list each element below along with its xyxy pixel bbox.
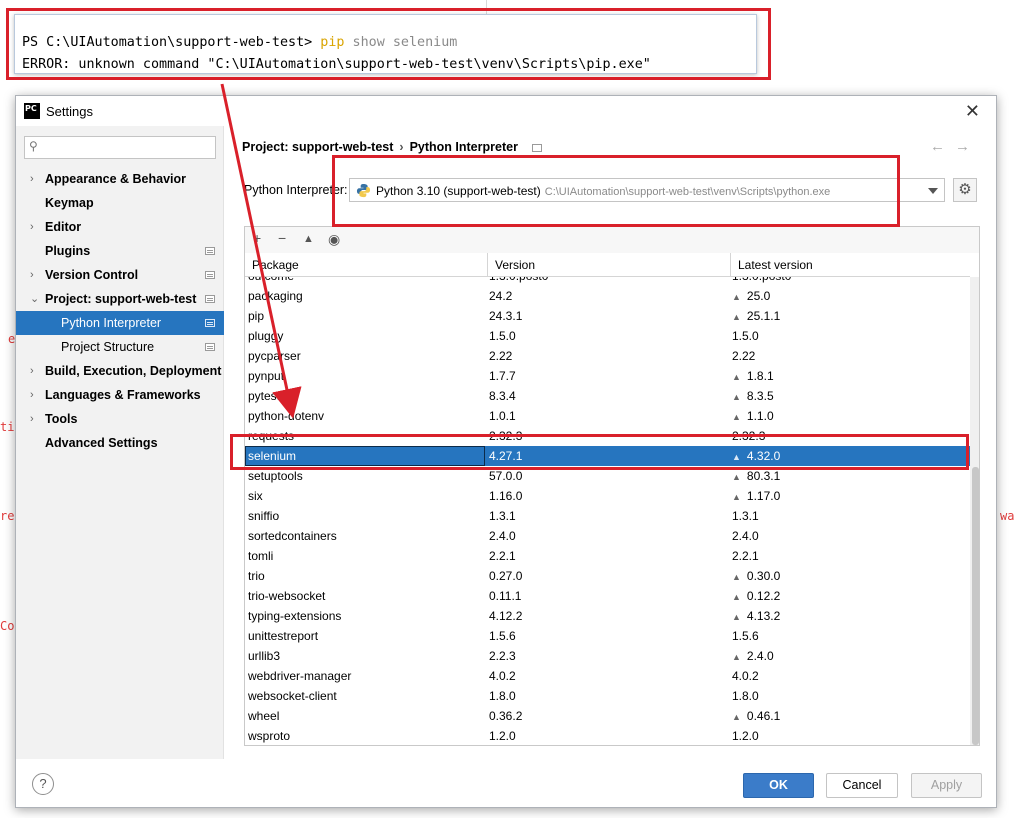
annotation-arrow xyxy=(220,83,302,419)
